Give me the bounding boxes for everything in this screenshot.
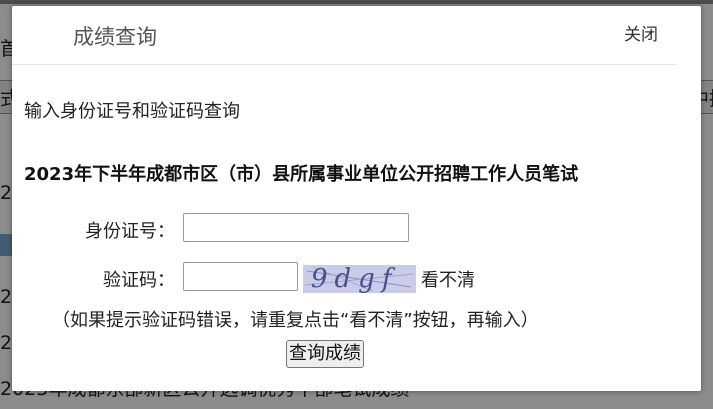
captcha-image[interactable]: 9dgf <box>303 265 416 293</box>
id-number-label: 身份证号： <box>85 221 175 242</box>
captcha-input[interactable] <box>183 262 298 291</box>
instruction-text: 输入身份证号和验证码查询 <box>24 101 240 122</box>
captcha-label: 验证码： <box>103 270 175 291</box>
captcha-hint-text: （如果提示验证码错误，请重复点击“看不清”按钮，再输入） <box>52 310 539 331</box>
exam-title: 2023年下半年成都市区（市）县所属事业单位公开招聘工作人员笔试 <box>24 164 579 185</box>
dialog-header: 成绩查询 关闭 <box>12 6 676 65</box>
query-score-button[interactable]: 查询成绩 <box>286 340 364 368</box>
refresh-captcha-link[interactable]: 看不清 <box>421 266 475 292</box>
captcha-characters: 9dgf <box>311 265 399 293</box>
dialog-title: 成绩查询 <box>73 25 157 49</box>
id-number-input[interactable] <box>183 213 409 242</box>
score-query-dialog: 成绩查询 关闭 输入身份证号和验证码查询 2023年下半年成都市区（市）县所属事… <box>12 6 701 391</box>
page: 首 式 中拼 20 20 20 2023年成都东部新区公开选调优秀干部笔试成绩 … <box>0 0 713 409</box>
close-button[interactable]: 关闭 <box>624 20 658 45</box>
